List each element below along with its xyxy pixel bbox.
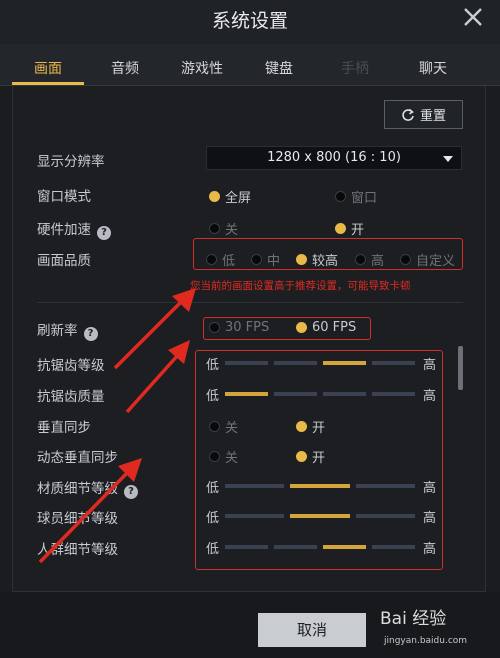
cancel-button[interactable]: 取消 [258,613,366,647]
chevron-down-icon [443,156,453,162]
window-title: 系统设置 [211,10,288,32]
crowd-detail-label: 人群细节等级 [37,542,118,558]
reset-label: 重置 [419,109,446,124]
option-label: 关 [225,223,239,238]
option-label: 全屏 [225,191,252,206]
hw-accel-label: 硬件加速? [37,218,111,240]
window-mode-fullscreen[interactable]: 全屏 [209,187,251,206]
refresh-icon [402,108,414,121]
dyn-vsync-label: 动态垂直同步 [37,450,118,466]
slider-segment[interactable] [274,361,317,365]
player-detail-label: 球员细节等级 [37,511,118,527]
slider-segment[interactable] [290,514,350,518]
help-icon[interactable]: ? [124,485,138,499]
slider-segment[interactable] [372,392,415,396]
slider-segment[interactable] [274,392,317,396]
watermark-logo: Bai 经验 [380,609,447,629]
refresh-label: 刷新率? [37,319,98,341]
option-label: 开 [351,223,365,238]
close-icon[interactable] [460,4,486,30]
hw-accel-text: 硬件加速 [37,222,91,238]
tab-display[interactable]: 画面 [34,58,62,78]
scrollbar-thumb[interactable] [458,346,463,390]
window-mode-label: 窗口模式 [37,189,91,205]
help-icon[interactable]: ? [97,226,111,240]
slider-segment[interactable] [225,545,268,549]
hw-accel-off[interactable]: 关 [209,219,238,238]
refresh-text: 刷新率 [37,323,78,339]
radio-icon [335,191,346,202]
annotation-box-details [195,350,443,570]
slider-segment[interactable] [355,514,415,518]
radio-icon [209,191,220,202]
slider-segment[interactable] [225,392,268,396]
tab-bar: 画面 音频 游戏性 键盘 手柄 聊天 [0,44,500,86]
settings-panel: 重置 显示分辨率 1280 x 800 (16 : 10) 窗口模式 全屏 窗口… [12,86,486,592]
texture-detail-label: 材质细节等级? [37,477,138,499]
tab-gameplay[interactable]: 游戏性 [181,58,223,78]
slider-segment[interactable] [323,392,366,396]
annotation-box-quality [193,238,463,270]
tab-chat[interactable]: 聊天 [419,58,447,78]
aa-quality-label: 抗锯齿质量 [37,389,105,405]
tab-controller: 手柄 [341,61,369,77]
annotation-box-refresh [203,317,371,340]
help-icon[interactable]: ? [83,327,98,341]
resolution-value: 1280 x 800 (16 : 10) [267,150,401,165]
slider-segment[interactable] [225,514,285,518]
radio-icon [335,223,346,234]
quality-label: 画面品质 [37,253,91,269]
slider-segment[interactable] [225,361,268,365]
slider-segment[interactable] [372,545,415,549]
slider-segment[interactable] [290,484,350,488]
window-mode-windowed[interactable]: 窗口 [335,187,377,206]
performance-warning: 您当前的画面设置高于推荐设置，可能导致卡顿 [190,280,411,292]
hw-accel-on[interactable]: 开 [335,219,364,238]
tab-audio[interactable]: 音频 [111,58,139,78]
option-label: 窗口 [351,191,378,206]
slider-segment[interactable] [355,484,415,488]
resolution-select[interactable]: 1280 x 800 (16 : 10) [206,146,462,170]
tab-keyboard[interactable]: 键盘 [265,58,293,78]
title-bar: 系统设置 [0,0,500,44]
active-tab-indicator [12,82,84,85]
section-divider [37,302,463,303]
reset-button[interactable]: 重置 [384,100,463,129]
slider-segment[interactable] [323,545,366,549]
radio-icon [209,223,220,234]
slider-segment[interactable] [274,545,317,549]
slider-segment[interactable] [323,361,366,365]
footer: 取消 Bai 经验 jingyan.baidu.com [0,592,500,658]
watermark-url: jingyan.baidu.com [384,636,468,646]
vsync-label: 垂直同步 [37,420,91,436]
aa-level-label: 抗锯齿等级 [37,358,105,374]
resolution-label: 显示分辨率 [37,154,105,170]
slider-segment[interactable] [372,361,415,365]
texture-detail-text: 材质细节等级 [37,481,118,497]
slider-segment[interactable] [225,484,285,488]
